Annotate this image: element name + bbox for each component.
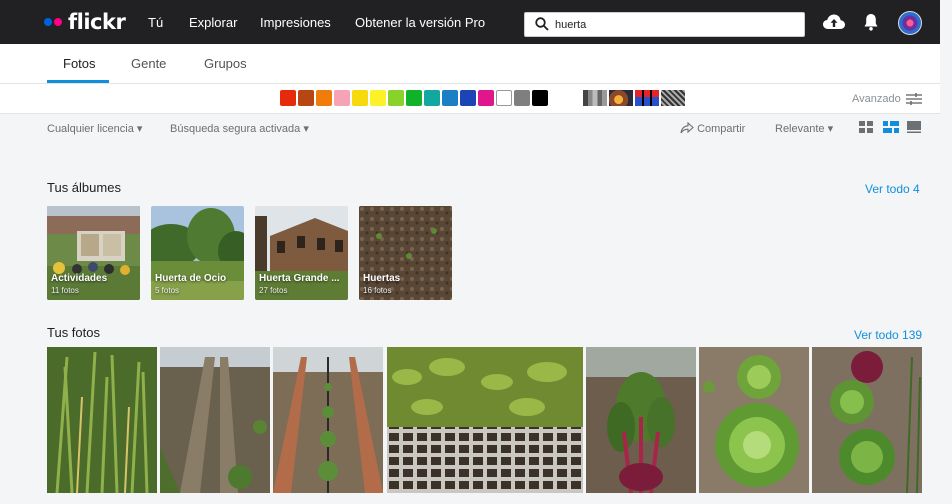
nav-link-prints[interactable]: Impresiones	[260, 15, 331, 30]
tab-photos[interactable]: Fotos	[63, 56, 96, 71]
photo-thumbnail[interactable]	[273, 347, 383, 493]
album-photo-count: 5 fotos	[155, 286, 180, 295]
album-title: Huertas	[363, 273, 401, 284]
flickr-logo[interactable]: flickr	[44, 9, 126, 35]
color-swatch[interactable]	[514, 90, 530, 106]
photo-thumbnail[interactable]	[47, 347, 157, 493]
nav-link-you[interactable]: Tú	[148, 15, 163, 30]
photo-thumbnail[interactable]	[812, 347, 922, 493]
color-swatch[interactable]	[370, 90, 386, 106]
nav-link-get-pro[interactable]: Obtener la versión Pro	[355, 15, 485, 30]
black-and-white-style[interactable]	[583, 90, 607, 106]
album-photo-count: 11 fotos	[51, 286, 79, 295]
photo-thumbnail[interactable]	[586, 347, 696, 493]
upload-cloud-icon[interactable]	[822, 12, 846, 32]
tab-groups[interactable]: Grupos	[204, 56, 247, 71]
justified-layout-icon[interactable]	[883, 121, 899, 133]
search-box[interactable]	[524, 12, 805, 37]
album-photo-count: 27 fotos	[259, 286, 288, 295]
color-swatch[interactable]	[460, 90, 476, 106]
search-icon[interactable]	[535, 17, 549, 31]
album-title: Huerta de Ocio	[155, 273, 227, 284]
album-title: Actividades	[51, 273, 108, 284]
share-button[interactable]: Compartir	[680, 121, 746, 135]
photo-image	[387, 347, 583, 493]
album-card[interactable]: Huertas 16 fotos	[359, 206, 452, 300]
logo-blue-dot	[44, 18, 52, 26]
logo-wordmark: flickr	[68, 10, 126, 34]
album-card[interactable]: Huerta de Ocio 5 fotos	[151, 206, 244, 300]
photo-thumbnail[interactable]	[699, 347, 809, 493]
license-filter-label: Cualquier licencia	[47, 123, 134, 135]
grid-layout-icon[interactable]	[859, 121, 873, 133]
logo-pink-dot	[54, 18, 62, 26]
photo-thumbnail[interactable]	[387, 347, 583, 493]
albums-section-title: Tus álbumes	[47, 180, 121, 195]
color-swatch[interactable]	[334, 90, 350, 106]
sliders-icon[interactable]	[906, 92, 922, 106]
color-swatch[interactable]	[352, 90, 368, 106]
color-filter-row: Avanzado	[0, 84, 940, 114]
color-swatch[interactable]	[424, 90, 440, 106]
advanced-filter-label[interactable]: Avanzado	[852, 93, 901, 105]
share-icon	[680, 121, 694, 134]
top-navigation-bar: flickr Tú Explorar Impresiones Obtener l…	[0, 0, 940, 44]
photo-image	[812, 347, 922, 493]
color-swatch[interactable]	[478, 90, 494, 106]
color-swatch[interactable]	[496, 90, 512, 106]
avatar[interactable]	[898, 11, 922, 35]
tab-people[interactable]: Gente	[131, 56, 166, 71]
safe-search-dropdown[interactable]: Búsqueda segura activada ▾	[170, 122, 309, 135]
album-title: Huerta Grande ...	[259, 273, 340, 284]
color-swatch[interactable]	[442, 90, 458, 106]
color-swatch[interactable]	[298, 90, 314, 106]
album-card[interactable]: Huerta Grande ... 27 fotos	[255, 206, 348, 300]
photo-image	[273, 347, 383, 493]
nav-link-explore[interactable]: Explorar	[189, 15, 237, 30]
see-all-albums-link[interactable]: Ver todo 4	[865, 182, 920, 196]
photo-image	[699, 347, 809, 493]
color-swatch[interactable]	[532, 90, 548, 106]
search-input[interactable]	[555, 16, 795, 34]
photo-thumbnail[interactable]	[160, 347, 270, 493]
photo-image	[47, 347, 157, 493]
minimalist-style[interactable]	[635, 90, 659, 106]
search-result-tabs: Fotos Gente Grupos	[0, 44, 940, 84]
color-swatch[interactable]	[406, 90, 422, 106]
color-swatch[interactable]	[280, 90, 296, 106]
album-card[interactable]: Actividades 11 fotos	[47, 206, 140, 300]
license-filter-dropdown[interactable]: Cualquier licencia ▾	[47, 122, 142, 135]
sort-label: Relevante	[775, 123, 825, 135]
shallow-depth-of-field-style[interactable]	[609, 90, 633, 106]
color-swatch[interactable]	[316, 90, 332, 106]
list-layout-icon[interactable]	[907, 121, 921, 133]
notification-bell-icon[interactable]	[863, 12, 879, 32]
album-photo-count: 16 fotos	[363, 286, 392, 295]
color-swatch[interactable]	[388, 90, 404, 106]
share-label: Compartir	[697, 123, 746, 135]
photo-image	[160, 347, 270, 493]
patterns-style[interactable]	[661, 90, 685, 106]
sort-dropdown[interactable]: Relevante ▾	[775, 122, 833, 135]
see-all-photos-link[interactable]: Ver todo 139	[854, 328, 922, 342]
photos-section-title: Tus fotos	[47, 325, 100, 340]
safe-search-label: Búsqueda segura activada	[170, 123, 301, 135]
photo-image	[586, 347, 696, 493]
